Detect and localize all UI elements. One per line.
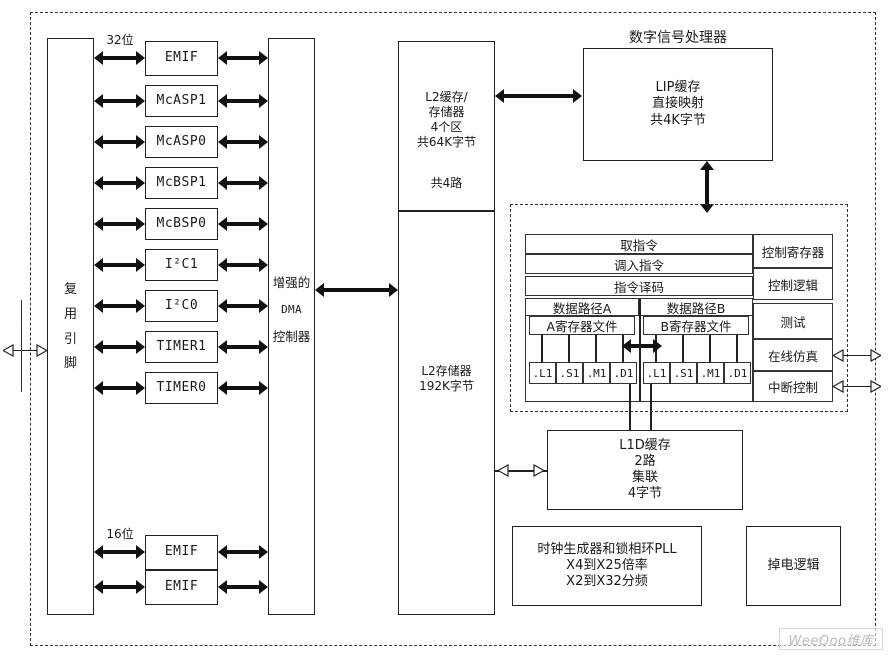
arrow-mcbsp0-dma — [218, 217, 268, 231]
arrow-pins-i2c1 — [94, 258, 145, 272]
arrow-emif16b-dma — [218, 580, 268, 594]
peripheral-emif-32: EMIF — [145, 41, 218, 76]
cpu-l1d-link-a — [629, 384, 631, 430]
dma-label-line-1: 增强的 — [272, 274, 311, 290]
arrow-i2c0-dma — [218, 299, 268, 313]
arrow-l2mem-l1d — [498, 464, 544, 477]
lip-cache-block: LIP缓存 直接映射 共4K字节 — [583, 48, 773, 161]
arrow-pins-timer0 — [94, 381, 145, 395]
arrow-pins-mcasp1 — [94, 94, 145, 108]
peripheral-mcasp1: McASP1 — [145, 85, 218, 117]
arrow-dma-l2 — [315, 283, 398, 297]
dma-label-line-2: DMA — [281, 303, 302, 317]
l1d-cache-block: L1D缓存 2路 集联 4字节 — [547, 430, 743, 510]
arrow-l2cache-lipcache — [495, 89, 582, 103]
cpu-test: 测试 — [753, 303, 833, 339]
arrow-pins-emif16-a — [94, 545, 145, 559]
l2-cache-ways-label: 共4路 — [430, 176, 463, 190]
l2-cache-block: L2缓存/ 存储器 4个区 共64K字节 共4路 — [398, 41, 495, 211]
arrow-pins-emif16-b — [94, 580, 145, 594]
bus-width-label-32: 32位 — [106, 33, 134, 48]
arrow-external-interrupt — [833, 380, 881, 393]
dma-controller-label: 增强的 DMA 控制器 — [268, 250, 315, 370]
dsp-block-diagram: 复 用 引 脚 增强的 DMA 控制器 EMIF McASP1 McASP0 M… — [0, 0, 892, 660]
mux-pin-char-4: 脚 — [63, 356, 77, 372]
peripheral-emif-16-a: EMIF — [145, 535, 218, 570]
arrow-mcasp1-dma — [218, 94, 268, 108]
l2-cache-label: L2缓存/ 存储器 4个区 共64K字节 — [416, 90, 477, 149]
arrow-i2c1-dma — [218, 258, 268, 272]
peripheral-timer0: TIMER0 — [145, 372, 218, 404]
peripheral-mcbsp0: McBSP0 — [145, 208, 218, 240]
peripheral-i2c1: I²C1 — [145, 249, 218, 281]
l2-memory-block: L2存储器 192K字节 — [398, 211, 495, 615]
mux-pin-char-2: 用 — [63, 306, 77, 322]
arrow-pins-timer1 — [94, 340, 145, 354]
dma-label-line-3: 控制器 — [272, 328, 311, 344]
peripheral-timer1: TIMER1 — [145, 331, 218, 363]
arrow-pins-mcasp0 — [94, 135, 145, 149]
arrow-mcbsp1-dma — [218, 176, 268, 190]
watermark: WeeQoo维库 — [779, 628, 883, 650]
cpu-datapath-frame — [525, 298, 753, 402]
power-down-logic-block: 掉电逻辑 — [746, 526, 841, 606]
pll-block: 时钟生成器和锁相环PLL X4到X25倍率 X2到X32分频 — [512, 526, 702, 606]
dsp-title: 数字信号处理器 — [629, 29, 727, 46]
arrow-timer1-dma — [218, 340, 268, 354]
arrow-emif32-dma — [218, 51, 268, 65]
cpu-stage-fetch: 取指令 — [525, 234, 753, 254]
multiplexed-pins-label: 复 用 引 脚 — [47, 255, 94, 400]
arrow-mcasp0-dma — [218, 135, 268, 149]
arrow-pins-mcbsp1 — [94, 176, 145, 190]
arrow-timer0-dma — [218, 381, 268, 395]
bus-width-label-16: 16位 — [106, 527, 134, 542]
external-boundary-dash — [21, 300, 22, 392]
cpu-l1d-link-b — [650, 384, 652, 430]
cpu-control-logic: 控制逻辑 — [753, 268, 833, 300]
cpu-stage-dispatch: 调入指令 — [525, 254, 753, 274]
arrow-external-emulation — [833, 349, 881, 362]
mux-pin-char-1: 复 — [63, 282, 77, 298]
cpu-emulation: 在线仿真 — [753, 339, 833, 371]
arrow-pins-i2c0 — [94, 299, 145, 313]
cpu-stage-decode: 指令译码 — [525, 276, 753, 296]
mux-pin-char-3: 引 — [63, 331, 77, 347]
peripheral-mcasp0: McASP0 — [145, 126, 218, 158]
cpu-interrupt-control: 中断控制 — [753, 371, 833, 402]
peripheral-i2c0: I²C0 — [145, 290, 218, 322]
arrow-emif16a-dma — [218, 545, 268, 559]
peripheral-emif-16-b: EMIF — [145, 570, 218, 605]
arrow-pins-mcbsp0 — [94, 217, 145, 231]
external-pins-arrow — [3, 344, 47, 357]
peripheral-mcbsp1: McBSP1 — [145, 167, 218, 199]
arrow-pins-emif32 — [94, 51, 145, 65]
cpu-control-register: 控制寄存器 — [753, 234, 833, 268]
